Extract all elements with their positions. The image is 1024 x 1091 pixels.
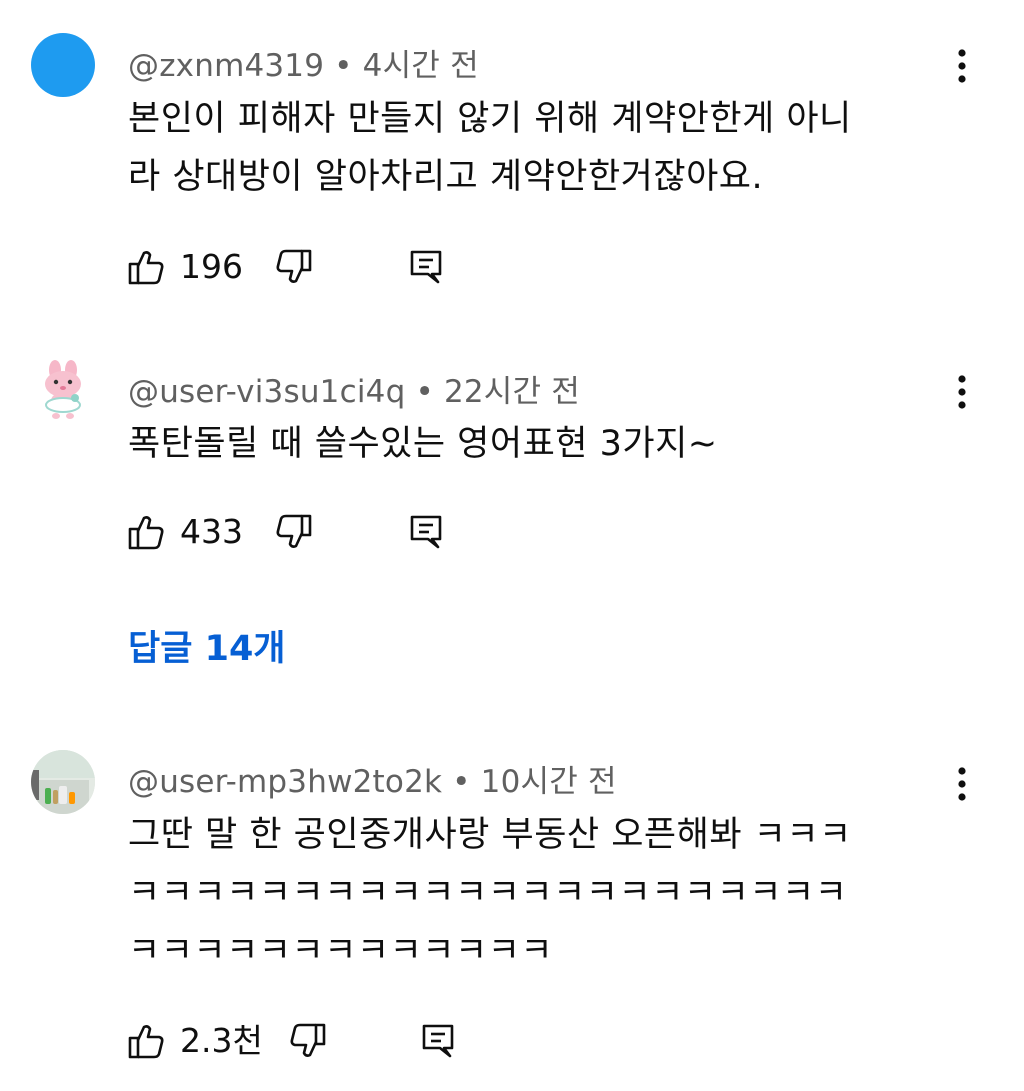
reply-button[interactable] xyxy=(408,507,444,557)
comment-meta: @user-vi3su1ci4q • 22시간 전 xyxy=(128,366,580,411)
comment-author[interactable]: @zxnm4319 xyxy=(128,48,324,84)
avatar[interactable] xyxy=(31,358,95,422)
like-count: 196 xyxy=(180,247,243,286)
more-vert-icon xyxy=(958,375,966,409)
meta-separator: • xyxy=(334,48,353,84)
like-button[interactable] xyxy=(126,242,166,292)
comment-time[interactable]: 10시간 전 xyxy=(481,764,617,800)
comment-text-line: 그딴 말 한 공인중개사랑 부동산 오픈해봐 ㅋㅋㅋ xyxy=(128,815,852,855)
comment-text-line: 폭탄돌릴 때 쓸수있는 영어표현 3가지~ xyxy=(128,424,718,464)
comment-text-line: 라 상대방이 알아차리고 계약안한거잖아요. xyxy=(128,157,764,197)
comment-meta: @user-mp3hw2to2k • 10시간 전 xyxy=(128,756,617,801)
more-vert-icon xyxy=(958,49,966,83)
reply-icon xyxy=(422,1024,454,1058)
meta-separator: • xyxy=(415,374,434,410)
reply-icon xyxy=(410,250,442,284)
thumb-down-icon xyxy=(290,1023,326,1057)
comment-author[interactable]: @user-mp3hw2to2k xyxy=(128,764,442,800)
like-button[interactable] xyxy=(126,1016,166,1066)
bunny-avatar-icon xyxy=(45,360,81,419)
dislike-button[interactable] xyxy=(274,507,314,557)
comment-text-line: 본인이 피해자 만들지 않기 위해 계약안한게 아니 xyxy=(128,99,852,139)
comment-text: 폭탄돌릴 때 쓸수있는 영어표현 3가지~ xyxy=(128,415,948,473)
comment-time[interactable]: 22시간 전 xyxy=(444,374,580,410)
more-options-button[interactable] xyxy=(944,758,980,810)
more-vert-icon xyxy=(958,767,966,801)
avatar[interactable] xyxy=(31,33,95,97)
photo-avatar-icon xyxy=(31,750,95,814)
comment-text: 그딴 말 한 공인중개사랑 부동산 오픈해봐 ㅋㅋㅋ ㅋㅋㅋㅋㅋㅋㅋㅋㅋㅋㅋㅋㅋ… xyxy=(128,806,948,980)
thumb-down-icon xyxy=(276,249,312,283)
like-count: 2.3천 xyxy=(180,1021,263,1060)
dislike-button[interactable] xyxy=(274,242,314,292)
like-count: 433 xyxy=(180,512,243,551)
reply-button[interactable] xyxy=(420,1016,456,1066)
reply-button[interactable] xyxy=(408,242,444,292)
thumb-up-icon xyxy=(128,516,164,550)
thumb-up-icon xyxy=(128,1025,164,1059)
comment-time[interactable]: 4시간 전 xyxy=(363,48,479,84)
comment-author[interactable]: @user-vi3su1ci4q xyxy=(128,374,405,410)
like-button[interactable] xyxy=(126,507,166,557)
more-options-button[interactable] xyxy=(944,366,980,418)
view-replies-link[interactable]: 답글 14개 xyxy=(128,620,286,671)
comment-text: 본인이 피해자 만들지 않기 위해 계약안한게 아니 라 상대방이 알아차리고 … xyxy=(128,90,948,206)
avatar[interactable] xyxy=(31,750,95,814)
comment-text-line: ㅋㅋㅋㅋㅋㅋㅋㅋㅋㅋㅋㅋㅋㅋㅋㅋㅋㅋㅋㅋㅋㅋ xyxy=(128,873,848,913)
dislike-button[interactable] xyxy=(288,1016,328,1066)
more-options-button[interactable] xyxy=(944,40,980,92)
comment-text-line: ㅋㅋㅋㅋㅋㅋㅋㅋㅋㅋㅋㅋㅋ xyxy=(128,931,554,971)
reply-icon xyxy=(410,515,442,549)
thumb-down-icon xyxy=(276,514,312,548)
comment-meta: @zxnm4319 • 4시간 전 xyxy=(128,40,479,85)
meta-separator: • xyxy=(452,764,471,800)
thumb-up-icon xyxy=(128,251,164,285)
